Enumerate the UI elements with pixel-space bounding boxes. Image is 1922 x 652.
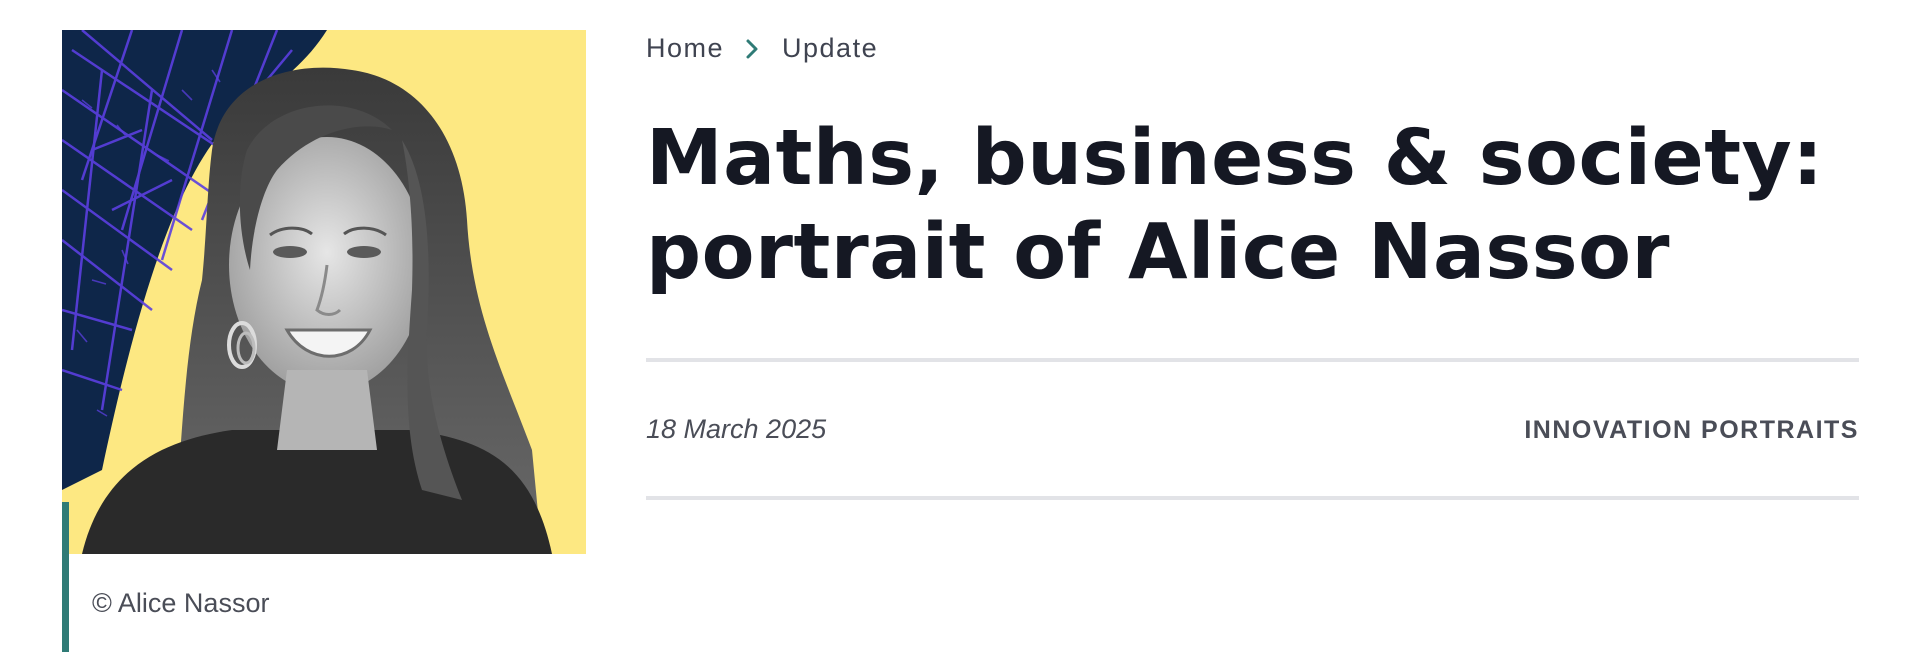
chevron-right-icon — [746, 39, 758, 58]
divider-top — [646, 358, 1859, 362]
portrait-image — [62, 30, 586, 554]
image-credit: © Alice Nassor — [92, 588, 270, 618]
breadcrumb-home-link[interactable]: Home — [646, 33, 724, 64]
divider-bottom — [646, 496, 1859, 500]
article-date: 18 March 2025 — [646, 414, 827, 444]
breadcrumb-update-link[interactable]: Update — [782, 33, 878, 64]
accent-bar — [62, 502, 69, 652]
title-line-2: portrait of Alice Nassor — [646, 208, 1670, 297]
article-figure: © Alice Nassor — [62, 30, 586, 652]
article-title: Maths, business & society: portrait of A… — [646, 112, 1886, 300]
category-link[interactable]: INNOVATION PORTRAITS — [1524, 416, 1859, 445]
title-line-1: Maths, business & society: — [646, 114, 1824, 203]
breadcrumb: Home Update — [646, 33, 878, 64]
